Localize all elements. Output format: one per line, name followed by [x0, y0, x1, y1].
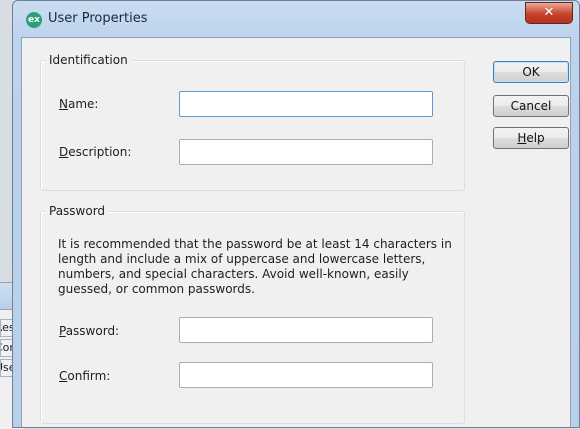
password-legend: Password — [46, 204, 109, 218]
name-input[interactable] — [179, 91, 433, 117]
title-bar[interactable]: ex User Properties ✕ — [13, 1, 579, 37]
identification-group: Identification Name: Description: — [40, 53, 465, 191]
ok-button[interactable]: OK — [493, 61, 569, 83]
close-icon: ✕ — [543, 5, 555, 20]
app-icon: ex — [26, 12, 42, 28]
description-input[interactable] — [179, 139, 433, 165]
window-title: User Properties — [48, 11, 148, 26]
confirm-input[interactable] — [179, 362, 433, 388]
password-label: Password: — [59, 324, 120, 338]
description-label: Description: — [59, 145, 132, 159]
close-button[interactable]: ✕ — [525, 2, 573, 24]
dialog-client-area: Identification Name: Description: Passwo… — [21, 37, 571, 427]
help-button[interactable]: Help — [493, 127, 569, 149]
name-label: Name: — [59, 97, 99, 111]
identification-legend: Identification — [46, 53, 131, 67]
confirm-label: Confirm: — [59, 369, 111, 383]
password-recommendation-text: It is recommended that the password be a… — [58, 237, 452, 296]
cancel-button[interactable]: Cancel — [493, 95, 569, 117]
user-properties-dialog: ex User Properties ✕ Identification Name… — [12, 0, 580, 428]
password-input[interactable] — [179, 317, 433, 343]
password-group: Password It is recommended that the pass… — [40, 204, 465, 424]
